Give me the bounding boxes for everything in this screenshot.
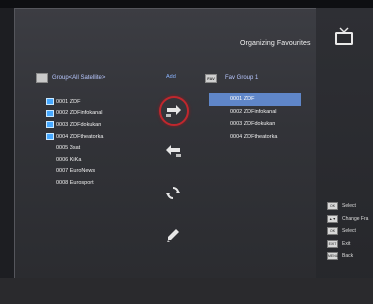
source-channel-item[interactable]: 0005 3sat (46, 142, 136, 154)
fav-group-label: Fav Group 1 (225, 75, 259, 81)
remove-button[interactable] (160, 138, 186, 164)
add-arrow-icon (166, 105, 181, 117)
tv-channel-icon (46, 133, 54, 141)
fav-channel-item[interactable]: 0001 ZDF (209, 93, 301, 106)
source-group-label: Group<All Satellite> (52, 75, 106, 81)
fav-group-header[interactable]: FAV Fav Group 1 (205, 72, 258, 84)
source-group-header[interactable]: Group<All Satellite> (36, 72, 105, 84)
source-channel-item[interactable]: 0007 EuroNews (46, 166, 136, 178)
legend-label: Select (342, 228, 356, 235)
action-label: Add (166, 74, 176, 80)
source-channel-list: 0001 ZDF 0002 ZDFinfokanal 0003 ZDFdokuk… (46, 96, 136, 189)
fav-channel-item[interactable]: 0004 ZDFtheatorka (209, 131, 301, 144)
tv-icon (335, 27, 353, 45)
legend-label: Change Fra (342, 215, 369, 222)
rename-button[interactable] (160, 222, 186, 248)
move-icon (166, 187, 180, 199)
channel-label: 0006 KiKa (56, 156, 82, 163)
legend-row: OK Select (327, 225, 373, 238)
add-button[interactable] (159, 96, 189, 126)
fav-badge-icon: FAV (205, 73, 217, 83)
source-channel-item[interactable]: 0002 ZDFinfokanal (46, 108, 136, 120)
source-channel-item[interactable]: 0004 ZDFtheatorka (46, 131, 136, 143)
legend-label: Select (342, 203, 356, 210)
remote-key-icon: EXIT (327, 239, 338, 248)
key-legend: OK Select ▲▼ Change Fra OK Select EXIT E… (327, 200, 373, 263)
tv-channel-icon (46, 109, 54, 117)
rename-pencil-icon (167, 229, 179, 242)
source-channel-item[interactable]: 0006 KiKa (46, 154, 136, 166)
channel-label: 0007 EuroNews (56, 168, 96, 175)
fav-channel-item[interactable]: 0002 ZDFinfokanal (209, 106, 301, 119)
legend-row: EXIT Exit (327, 238, 373, 251)
channel-label: 0001 ZDF (56, 98, 81, 105)
legend-row: OK Select (327, 200, 373, 213)
remove-arrow-icon (166, 145, 181, 157)
remote-key-icon: OK (327, 227, 338, 236)
fav-channel-item[interactable]: 0003 ZDFdokukan (209, 118, 301, 131)
page-title: Organizing Favourites (240, 40, 311, 47)
channel-label: 0005 3sat (56, 145, 81, 152)
source-channel-item[interactable]: 0003 ZDFdokukan (46, 119, 136, 131)
fav-channel-list: 0001 ZDF 0002 ZDFinfokanal 0003 ZDFdokuk… (209, 93, 301, 143)
tv-channel-icon (46, 98, 54, 106)
legend-label: Back (342, 253, 354, 260)
legend-label: Exit (342, 240, 351, 247)
remote-key-icon: MENU (327, 252, 339, 261)
tv-channel-icon (46, 121, 54, 129)
source-channel-item[interactable]: 0001 ZDF (46, 96, 136, 108)
satellite-group-icon (36, 73, 48, 83)
legend-row: ▲▼ Change Fra (327, 213, 373, 226)
channel-label: 0002 ZDFinfokanal (56, 110, 103, 117)
channel-label: 0008 Eurosport (56, 179, 94, 186)
channel-label: 0004 ZDFtheatorka (56, 133, 104, 140)
move-button[interactable] (160, 180, 186, 206)
remote-key-icon: OK (327, 202, 338, 211)
source-channel-item[interactable]: 0008 Eurosport (46, 177, 136, 189)
top-bezel (0, 0, 373, 8)
channel-label: 0003 ZDFdokukan (56, 121, 102, 128)
legend-row: MENU Back (327, 250, 373, 263)
bottom-bezel (0, 278, 373, 304)
remote-key-icon: ▲▼ (327, 214, 338, 223)
